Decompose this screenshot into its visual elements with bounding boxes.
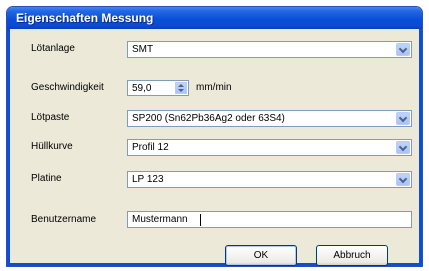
- loetpaste-value: SP200 (Sn62Pb36Ag2 oder 63S4): [132, 113, 285, 124]
- huellkurve-label: Hüllkurve: [31, 141, 73, 152]
- text-caret: [200, 214, 201, 226]
- chevron-down-icon[interactable]: [396, 112, 410, 125]
- dialog-window: Eigenschaften Messung Lötanlage SMT Gesc…: [6, 6, 423, 267]
- loetpaste-label: Lötpaste: [31, 112, 70, 123]
- stepper-up-icon[interactable]: [178, 84, 184, 87]
- window-frame-right: [419, 29, 422, 266]
- title-bar[interactable]: Eigenschaften Messung: [7, 7, 422, 29]
- chevron-down-icon[interactable]: [396, 173, 410, 186]
- window-frame-left: [7, 29, 10, 266]
- benutzername-value: Mustermann: [132, 214, 188, 225]
- benutzername-input[interactable]: Mustermann: [127, 211, 412, 228]
- ok-button[interactable]: OK: [225, 245, 297, 266]
- platine-label: Platine: [31, 173, 62, 184]
- huellkurve-select[interactable]: Profil 12: [127, 139, 412, 156]
- geschwindigkeit-stepper[interactable]: 59,0: [127, 80, 189, 96]
- stepper-buttons[interactable]: [175, 82, 187, 94]
- loetanlage-value: SMT: [132, 44, 154, 55]
- loetanlage-select[interactable]: SMT: [127, 41, 412, 58]
- platine-value: LP 123: [132, 174, 164, 185]
- geschwindigkeit-value: 59,0: [132, 83, 152, 94]
- chevron-down-icon[interactable]: [396, 141, 410, 154]
- stepper-down-icon[interactable]: [178, 89, 184, 92]
- geschwindigkeit-label: Geschwindigkeit: [31, 82, 104, 93]
- platine-select[interactable]: LP 123: [127, 171, 412, 188]
- cancel-button[interactable]: Abbruch: [316, 245, 388, 266]
- loetanlage-label: Lötanlage: [31, 43, 75, 54]
- benutzername-label: Benutzername: [31, 214, 97, 225]
- window-title: Eigenschaften Messung: [16, 11, 154, 25]
- loetpaste-select[interactable]: SP200 (Sn62Pb36Ag2 oder 63S4): [127, 110, 412, 127]
- geschwindigkeit-unit: mm/min: [196, 82, 232, 93]
- huellkurve-value: Profil 12: [132, 142, 169, 153]
- chevron-down-icon[interactable]: [396, 43, 410, 56]
